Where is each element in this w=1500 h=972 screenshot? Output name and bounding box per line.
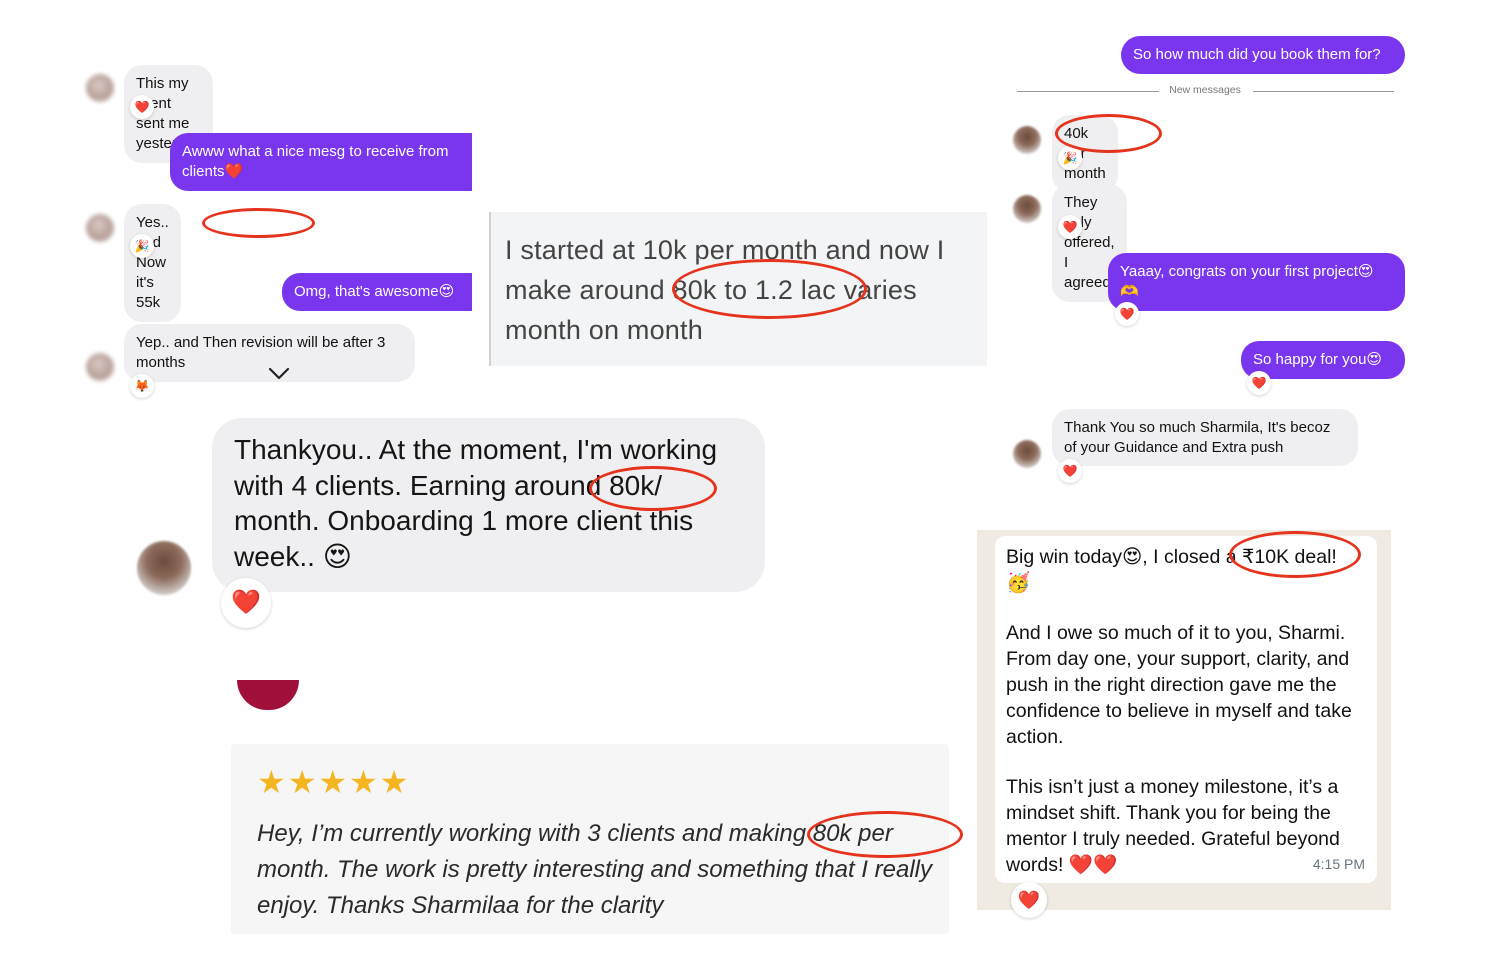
heart-reaction: ❤️ <box>1058 215 1082 239</box>
contact-avatar <box>86 74 114 102</box>
outgoing-message: Omg, that's awesome😍 <box>282 273 472 311</box>
fox-reaction: 🦊 <box>130 374 154 398</box>
contact-avatar <box>1013 440 1041 468</box>
testimonial-text: I started at 10k per month and now I mak… <box>505 235 945 345</box>
incoming-message: Big win today😍, I closed a ₹10K deal! 🥳 … <box>995 536 1377 883</box>
heart-reaction: ❤️ <box>221 578 271 628</box>
new-messages-label: New messages <box>1169 84 1241 96</box>
message-paragraph: And I owe so much of it to you, Sharmi. … <box>1006 622 1352 748</box>
highlight-circle <box>202 208 315 238</box>
contact-avatar <box>1013 195 1041 223</box>
partial-avatar <box>237 680 299 710</box>
testimonial-card: I started at 10k per month and now I mak… <box>489 212 987 366</box>
outgoing-message: Awww what a nice mesg to receive from cl… <box>170 133 472 191</box>
message-paragraph: This isn’t just a money milestone, it’s … <box>1006 776 1340 876</box>
outgoing-message: Yaaay, congrats on your first project😍 🫶 <box>1108 253 1405 311</box>
party-reaction: 🎉 <box>1058 146 1082 170</box>
heart-reaction: ❤️ <box>1058 459 1082 483</box>
heart-reaction: ❤️ <box>1247 371 1271 395</box>
contact-avatar <box>137 541 191 595</box>
heart-reaction: ❤️ <box>130 95 154 119</box>
incoming-message: Yes.. and Now it's 55k <box>124 204 181 322</box>
heart-reaction: ❤️ <box>1011 882 1047 918</box>
review-card: ★★★★★ Hey, I’m currently working with 3 … <box>231 744 949 934</box>
divider <box>1017 91 1159 92</box>
message-timestamp: 4:15 PM <box>1312 856 1365 872</box>
incoming-message: Thank You so much Sharmila, It's becoz o… <box>1052 409 1358 466</box>
chevron-down-icon[interactable] <box>266 364 292 384</box>
review-text: Hey, I’m currently working with 3 client… <box>257 820 932 919</box>
heart-reaction: ❤️ <box>1115 302 1139 326</box>
star-rating: ★★★★★ <box>257 764 411 800</box>
divider <box>1253 91 1394 92</box>
incoming-message: Thankyou.. At the moment, I'm working wi… <box>212 418 765 592</box>
contact-avatar <box>1013 126 1041 154</box>
outgoing-message: So how much did you book them for? <box>1121 36 1405 74</box>
contact-avatar <box>86 214 114 242</box>
party-reaction: 🎉 <box>130 234 154 258</box>
message-paragraph: Big win today😍, I closed a ₹10K deal! 🥳 <box>1006 546 1337 594</box>
whatsapp-screenshot: Big win today😍, I closed a ₹10K deal! 🥳 … <box>977 530 1391 918</box>
contact-avatar <box>86 353 114 381</box>
